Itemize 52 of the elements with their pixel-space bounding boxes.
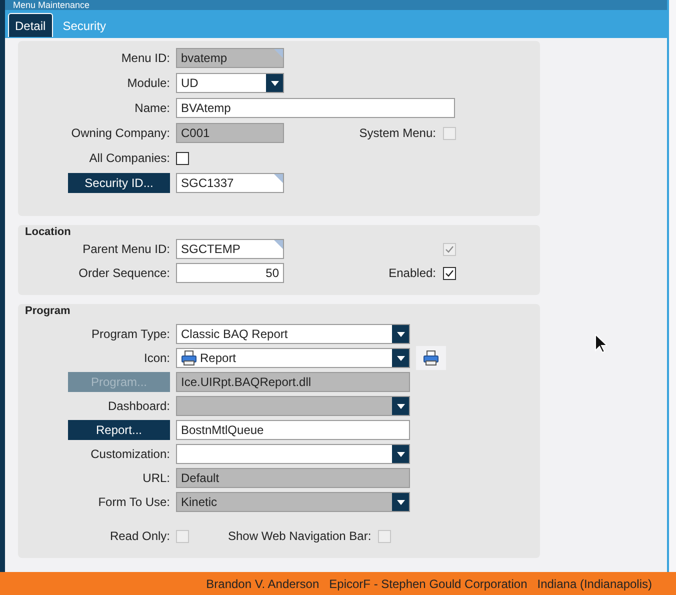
- window-title: Menu Maintenance: [13, 0, 90, 10]
- caret-icon: [392, 445, 409, 463]
- field-label: Show Web Navigation Bar:: [228, 528, 372, 545]
- field-label: Enabled:: [388, 265, 436, 282]
- input-field[interactable]: C001: [176, 123, 284, 143]
- checkbox[interactable]: [176, 152, 189, 164]
- field-label: Owning Company:: [71, 125, 170, 142]
- dropdown[interactable]: UD: [176, 73, 284, 93]
- input-field[interactable]: Default: [176, 468, 410, 488]
- input-field[interactable]: SGCTEMP: [176, 239, 284, 259]
- field-label: Icon:: [144, 350, 170, 367]
- dropdown[interactable]: Report: [176, 348, 410, 368]
- field-label: All Companies:: [89, 150, 170, 167]
- section-title: Program: [24, 304, 72, 319]
- field-label: Module:: [127, 75, 170, 92]
- status-text: Indiana (Indianapolis): [537, 576, 652, 592]
- field-label: System Menu:: [358, 125, 436, 142]
- field-label: URL:: [142, 470, 170, 487]
- status-text: EpicorF - Stephen Gould Corporation: [329, 576, 528, 592]
- section-title: Location: [24, 225, 72, 239]
- caret-icon: [392, 397, 409, 415]
- field-label: Menu ID:: [121, 50, 170, 67]
- dropdown[interactable]: Classic BAQ Report: [176, 324, 410, 344]
- tab[interactable]: Detail: [8, 13, 53, 37]
- dropdown[interactable]: [176, 444, 410, 464]
- caret-icon: [392, 493, 409, 511]
- input-field[interactable]: BVAtemp: [176, 98, 455, 118]
- checkbox[interactable]: [443, 266, 456, 280]
- field-label: Parent Menu ID:: [82, 241, 170, 258]
- dropdown[interactable]: [176, 396, 410, 416]
- status-text: Brandon V. Anderson: [206, 576, 320, 592]
- caret-icon: [392, 349, 409, 367]
- printer-icon: [181, 350, 197, 366]
- field-label: Program Type:: [92, 326, 170, 343]
- cursor-icon: [595, 334, 607, 353]
- input-field[interactable]: BostnMtlQueue: [176, 420, 410, 440]
- input-field[interactable]: 50: [176, 263, 284, 283]
- input-field[interactable]: SGC1337: [176, 173, 284, 193]
- button[interactable]: Report...: [68, 420, 170, 440]
- field-label: Customization:: [90, 446, 170, 463]
- printer-icon: [416, 346, 446, 370]
- field-label: Order Sequence:: [78, 265, 170, 282]
- field-label: Form To Use:: [98, 494, 170, 511]
- input-field[interactable]: Ice.UIRpt.BAQReport.dll: [176, 372, 410, 392]
- field-label: Read Only:: [110, 528, 170, 545]
- caret-icon: [392, 325, 409, 343]
- field-label: Name:: [134, 100, 170, 117]
- caret-icon: [266, 74, 283, 92]
- button[interactable]: Security ID...: [68, 173, 170, 193]
- field-label: Dashboard:: [108, 398, 170, 415]
- input-field[interactable]: bvatemp: [176, 48, 284, 68]
- dropdown[interactable]: Kinetic: [176, 492, 410, 512]
